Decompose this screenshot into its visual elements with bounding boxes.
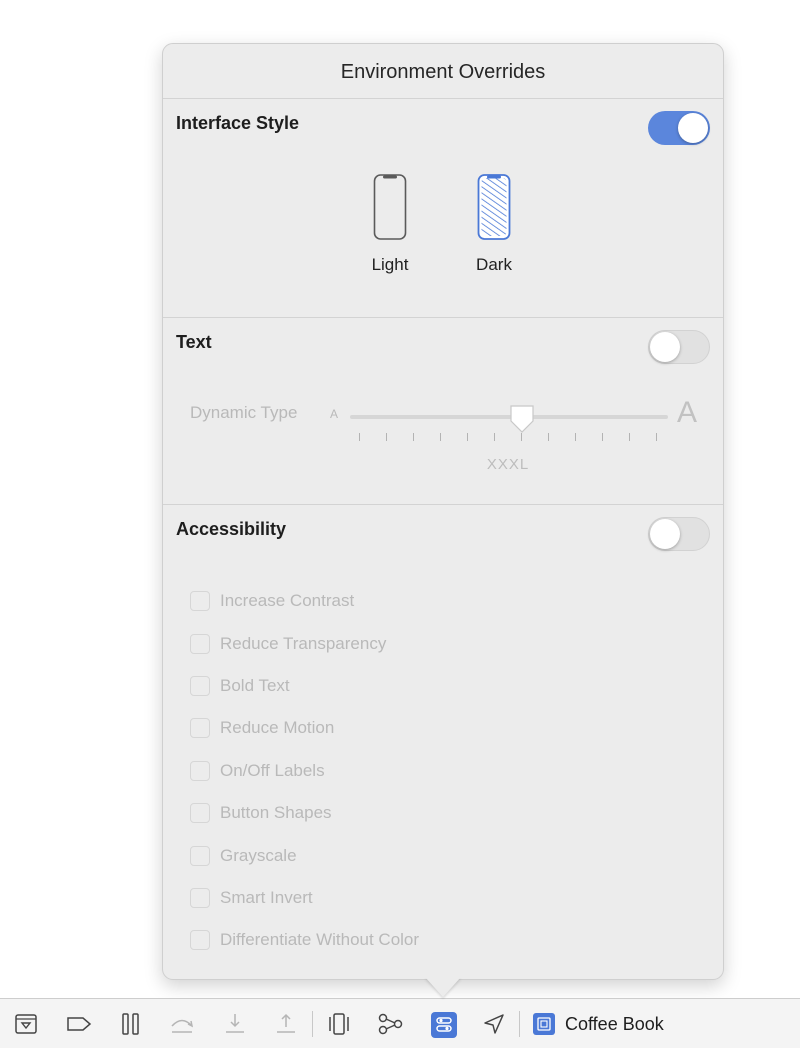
environment-overrides-popover: Environment Overrides Interface Style Li… <box>162 43 724 980</box>
interface-style-title: Interface Style <box>176 113 300 133</box>
checkbox-label: Smart Invert <box>220 887 313 907</box>
accessibility-section: Accessibility Increase Contrast Reduce T… <box>163 505 723 979</box>
dynamic-type-label: Dynamic Type <box>190 403 298 422</box>
toggle-knob <box>650 332 680 362</box>
interface-style-toggle[interactable] <box>648 111 710 145</box>
accessibility-title: Accessibility <box>176 519 287 539</box>
phone-dark-icon <box>477 174 511 240</box>
breakpoints-toggle-icon[interactable] <box>65 1011 92 1037</box>
phone-light-icon <box>373 174 407 240</box>
dynamic-type-slider-thumb[interactable] <box>509 404 535 434</box>
environment-overrides-icon[interactable] <box>430 1011 457 1038</box>
checkbox-label: Reduce Motion <box>220 718 335 738</box>
toggle-knob <box>650 519 680 549</box>
grayscale-checkbox[interactable]: Grayscale <box>190 834 419 876</box>
bold-text-checkbox[interactable]: Bold Text <box>190 665 419 707</box>
smart-invert-checkbox[interactable]: Smart Invert <box>190 877 419 919</box>
light-option-label: Light <box>371 255 409 274</box>
on-off-labels-checkbox[interactable]: On/Off Labels <box>190 750 419 792</box>
pause-icon[interactable] <box>118 1011 144 1037</box>
checkbox[interactable] <box>190 803 210 824</box>
hide-debug-area-icon[interactable] <box>13 1011 39 1037</box>
step-out-icon[interactable] <box>273 1011 299 1037</box>
slider-ticks <box>359 433 659 443</box>
checkbox-label: Increase Contrast <box>220 591 355 611</box>
button-shapes-checkbox[interactable]: Button Shapes <box>190 792 419 834</box>
accessibility-options: Increase Contrast Reduce Transparency Bo… <box>190 580 419 962</box>
checkbox-label: Bold Text <box>220 675 290 695</box>
scheme-label: Coffee Book <box>565 1013 664 1034</box>
checkbox-label: On/Off Labels <box>220 760 325 780</box>
view-hierarchy-icon[interactable] <box>326 1011 352 1037</box>
toolbar-separator <box>312 1011 313 1037</box>
popover-arrow <box>425 977 461 997</box>
reduce-motion-checkbox[interactable]: Reduce Motion <box>190 707 419 749</box>
large-a-label: A <box>677 396 698 429</box>
checkbox[interactable] <box>190 633 210 654</box>
small-a-label: A <box>330 407 339 421</box>
dark-style-option[interactable]: Dark <box>454 174 534 275</box>
checkbox-label: Differentiate Without Color <box>220 930 420 950</box>
popover-title: Environment Overrides <box>163 44 723 99</box>
checkbox[interactable] <box>190 760 210 781</box>
reduce-transparency-checkbox[interactable]: Reduce Transparency <box>190 622 419 664</box>
checkbox-label: Grayscale <box>220 845 297 865</box>
text-section: Text Dynamic Type A A XXXL <box>163 318 723 505</box>
dark-option-label: Dark <box>476 255 512 274</box>
checkbox[interactable] <box>190 675 210 696</box>
text-toggle[interactable] <box>648 330 710 364</box>
checkbox[interactable] <box>190 930 210 951</box>
simulate-location-icon[interactable] <box>481 1011 507 1037</box>
checkbox-label: Button Shapes <box>220 803 332 823</box>
toolbar-separator <box>519 1011 520 1037</box>
checkbox[interactable] <box>190 845 210 866</box>
increase-contrast-checkbox[interactable]: Increase Contrast <box>190 580 419 622</box>
text-section-title: Text <box>176 332 212 352</box>
memory-graph-icon[interactable] <box>377 1011 403 1037</box>
light-style-option[interactable]: Light <box>350 174 430 275</box>
app-icon <box>533 1013 555 1035</box>
scheme-selector[interactable]: Coffee Book <box>533 1011 664 1037</box>
dynamic-type-size-value: XXXL <box>486 456 530 473</box>
step-into-icon[interactable] <box>222 1011 248 1037</box>
step-over-icon[interactable] <box>168 1011 194 1037</box>
debug-toolbar: Coffee Book <box>0 998 800 1048</box>
checkbox[interactable] <box>190 718 210 739</box>
checkbox[interactable] <box>190 591 210 612</box>
checkbox[interactable] <box>190 887 210 908</box>
accessibility-toggle[interactable] <box>648 517 710 551</box>
interface-style-section: Interface Style Light Dark <box>163 99 723 318</box>
toggle-knob <box>678 113 708 143</box>
checkbox-label: Reduce Transparency <box>220 633 387 653</box>
differentiate-without-color-checkbox[interactable]: Differentiate Without Color <box>190 919 419 961</box>
